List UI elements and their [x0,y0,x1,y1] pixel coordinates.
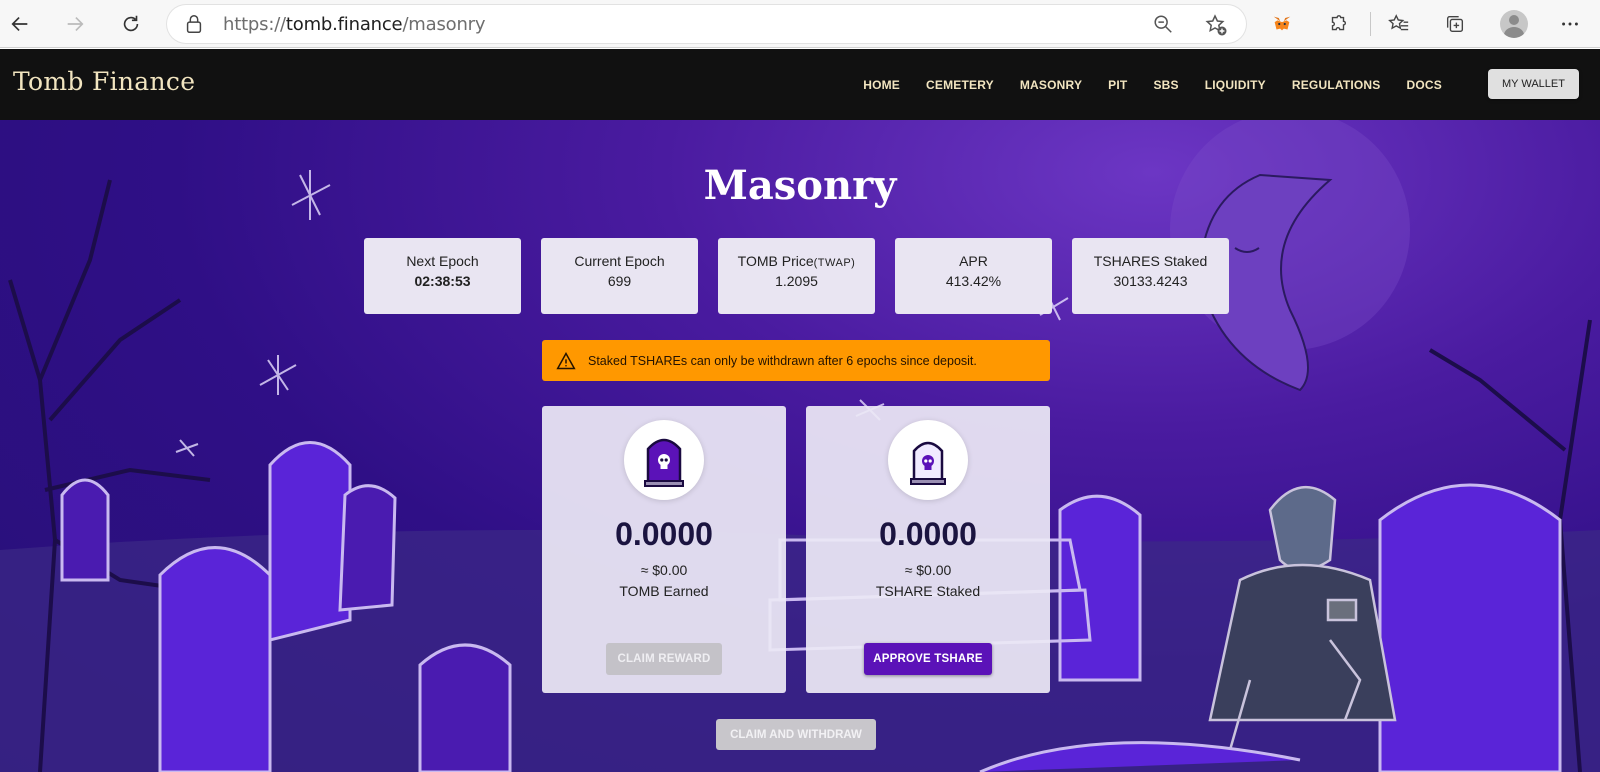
address-bar[interactable]: https://tomb.finance/masonry [167,5,1246,43]
stat-label: Current Epoch [574,253,665,269]
tomb-token-icon [624,420,704,500]
url-path: /masonry [402,14,486,35]
my-wallet-button[interactable]: MY WALLET [1488,69,1579,99]
page-title: Masonry [703,162,897,209]
site-navbar: Tomb Finance HOME CEMETERY MASONRY PIT S… [0,49,1600,120]
back-icon[interactable] [4,8,36,40]
url-text[interactable]: https://tomb.finance/masonry [223,14,486,35]
approve-tshare-button[interactable]: APPROVE TSHARE [864,643,992,675]
nav-links: HOME CEMETERY MASONRY PIT SBS LIQUIDITY … [837,49,1442,120]
tshare-staked-card: 0.0000 ≈ $0.00 TSHARE Staked APPROVE TSH… [806,406,1050,693]
nav-pit[interactable]: PIT [1108,78,1127,92]
stat-label: APR [959,253,988,269]
brand-logo[interactable]: Tomb Finance [13,67,195,96]
claim-and-withdraw-button[interactable]: CLAIM AND WITHDRAW [716,719,876,750]
masonry-page: Masonry Next Epoch 02:38:53 Current Epoc… [0,120,1600,772]
stat-value: 699 [607,273,632,289]
warning-icon [556,351,576,369]
nav-home[interactable]: HOME [863,78,900,92]
tshare-token-icon [888,420,968,500]
stat-label-text: TOMB Price [737,253,814,269]
forward-icon[interactable] [59,8,91,40]
stat-next-epoch: Next Epoch 02:38:53 [364,238,521,314]
nav-liquidity[interactable]: LIQUIDITY [1205,78,1266,92]
tomb-earned-card: 0.0000 ≈ $0.00 TOMB Earned CLAIM REWARD [542,406,786,693]
withdraw-warning-alert: Staked TSHAREs can only be withdrawn aft… [542,340,1050,381]
tshare-staked-usd: ≈ $0.00 [904,562,952,578]
stat-value: 1.2095 [775,273,818,289]
claim-reward-button[interactable]: CLAIM REWARD [606,643,722,675]
nav-regulations[interactable]: REGULATIONS [1292,78,1381,92]
metamask-icon[interactable] [1266,8,1298,40]
extensions-icon[interactable] [1322,8,1354,40]
lock-icon[interactable] [183,13,205,35]
stat-value: 30133.4243 [1113,273,1188,289]
stat-tshares-staked: TSHARES Staked 30133.4243 [1072,238,1229,314]
favorites-icon[interactable] [1383,8,1415,40]
tshare-staked-label: TSHARE Staked [875,583,981,599]
stat-label: TOMB Price(TWAP) [718,253,875,269]
stat-label: Next Epoch [406,253,479,269]
twap-label: (TWAP) [813,257,856,269]
tshare-staked-amount: 0.0000 [879,516,977,552]
collections-icon[interactable] [1439,8,1471,40]
stat-tomb-price: TOMB Price(TWAP) 1.2095 [718,238,875,314]
refresh-icon[interactable] [115,8,147,40]
tomb-earned-label: TOMB Earned [619,583,709,599]
nav-docs[interactable]: DOCS [1407,78,1442,92]
stat-value: 413.42% [945,273,1002,289]
tomb-earned-amount: 0.0000 [615,516,713,552]
zoom-out-icon[interactable] [1152,13,1174,35]
stat-label: TSHARES Staked [1093,253,1208,269]
nav-sbs[interactable]: SBS [1153,78,1178,92]
nav-cemetery[interactable]: CEMETERY [926,78,994,92]
alert-text: Staked TSHAREs can only be withdrawn aft… [588,353,977,368]
profile-icon[interactable] [1500,10,1528,38]
toolbar-divider [1370,12,1371,36]
nav-masonry[interactable]: MASONRY [1020,78,1082,92]
url-domain: tomb.finance [285,14,403,35]
url-prefix: https:// [223,14,286,35]
tomb-earned-usd: ≈ $0.00 [640,562,688,578]
stat-current-epoch: Current Epoch 699 [541,238,698,314]
browser-toolbar: https://tomb.finance/masonry [0,0,1600,48]
stat-value: 02:38:53 [414,273,471,289]
graveyard-illustration [0,120,1600,772]
more-icon[interactable] [1554,8,1586,40]
stat-apr: APR 413.42% [895,238,1052,314]
add-favorite-icon[interactable] [1204,13,1228,37]
